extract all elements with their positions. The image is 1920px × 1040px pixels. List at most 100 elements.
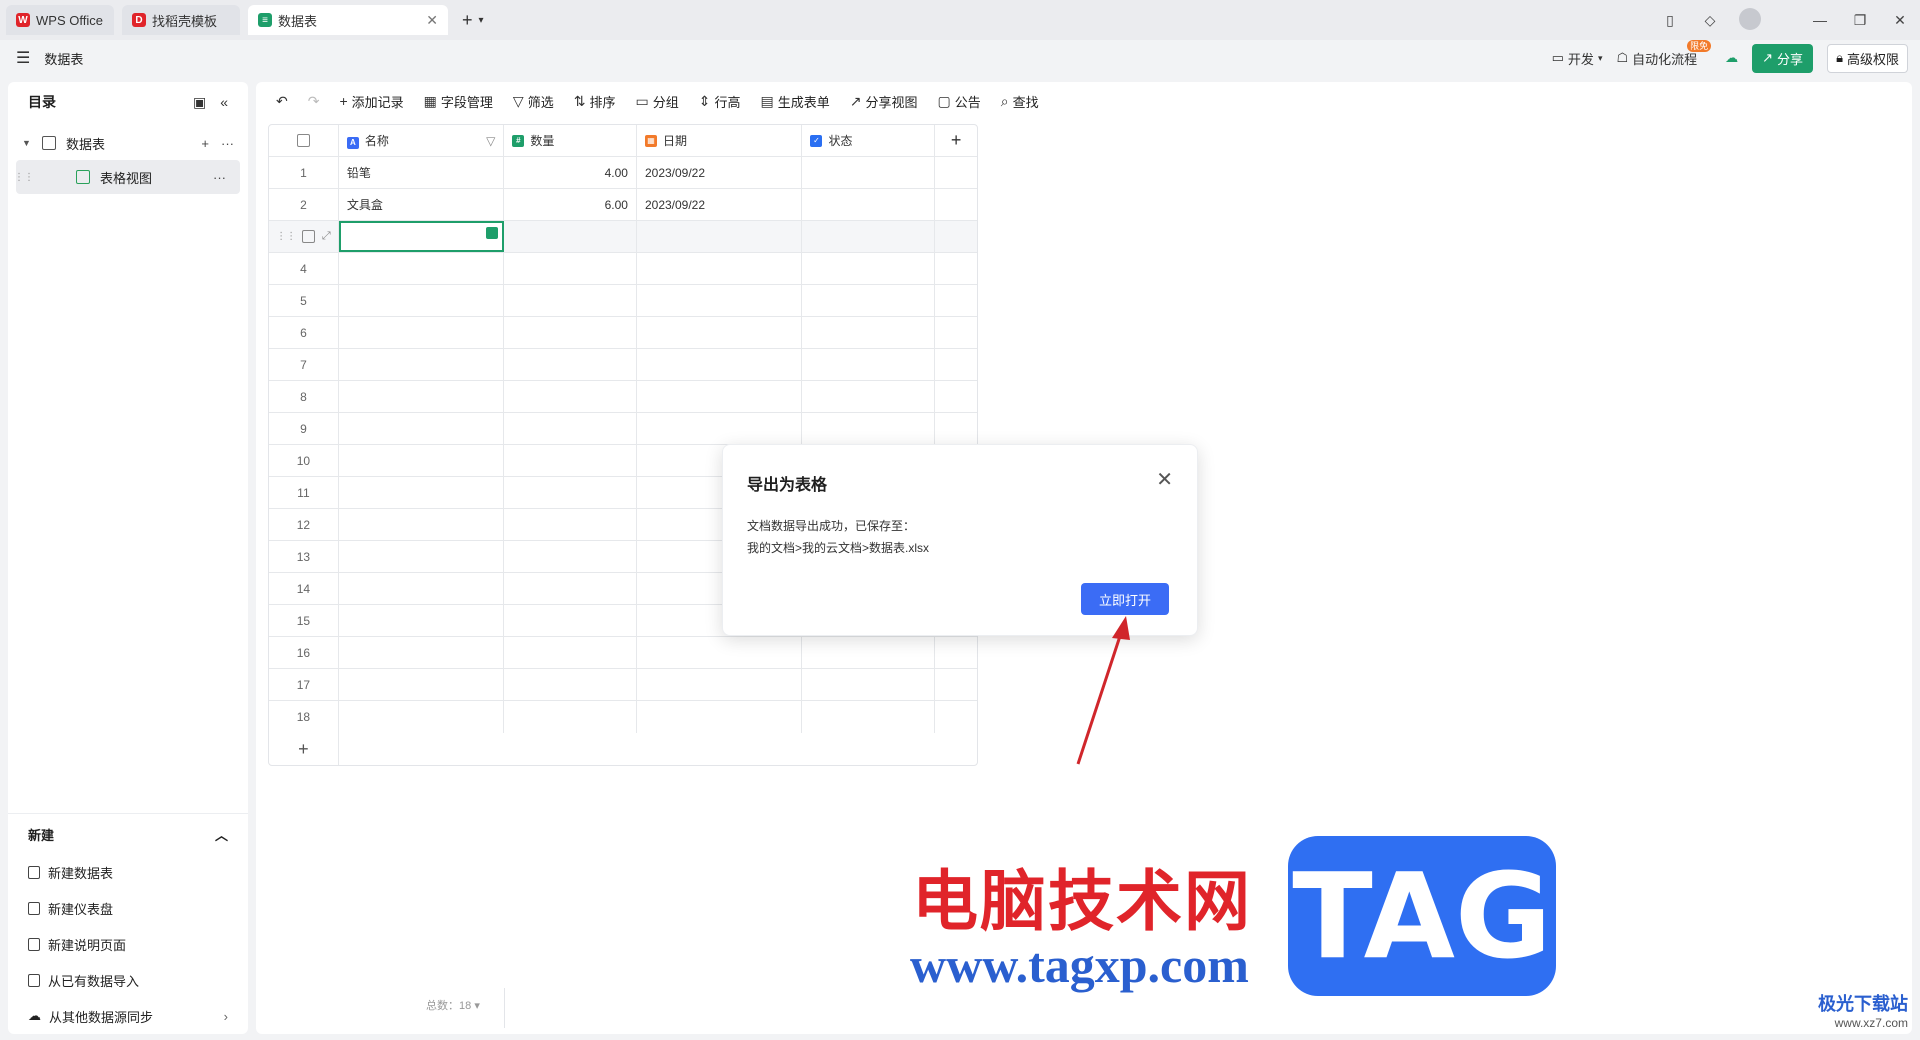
document-icon [28, 937, 40, 951]
column-header-qty[interactable]: # 数量 [504, 125, 637, 156]
add-row-button[interactable]: + [269, 733, 339, 765]
number-field-icon: # [512, 134, 525, 147]
share-icon: ↗ [1762, 50, 1774, 65]
table-row[interactable]: 4 [269, 253, 977, 285]
generate-form-button[interactable]: ▤ 生成表单 [760, 92, 829, 111]
new-tab-button[interactable]: + ▾ [462, 10, 484, 31]
close-icon[interactable]: ✕ [1156, 467, 1173, 492]
undo-button[interactable]: ↶ [276, 93, 288, 110]
group-button[interactable]: ▭ 分组 [635, 92, 678, 111]
divider [504, 988, 505, 1028]
add-column-button[interactable]: + [935, 125, 977, 156]
panel-icon[interactable]: ▣ [193, 94, 206, 111]
add-record-button[interactable]: + 添加记录 [339, 92, 403, 111]
row-height-button[interactable]: ⇕ 行高 [699, 92, 741, 111]
drag-handle-icon[interactable]: ⋮⋮ [14, 172, 34, 183]
table-row[interactable]: 9 [269, 413, 977, 445]
automation-button[interactable]: ☖ 自动化流程 限免 [1616, 39, 1712, 68]
import-icon [28, 973, 40, 987]
add-icon[interactable]: + [201, 136, 209, 151]
tab-docer-template[interactable]: D 找稻壳模板 [122, 5, 240, 35]
cloud-sync-icon[interactable]: ☁ [1725, 50, 1738, 66]
dialog-message: 文档数据导出成功，已保存至： 我的文档>我的云文档>数据表.xlsx [747, 519, 930, 555]
datasheet-icon: ≡ [258, 13, 272, 27]
tab-datasheet[interactable]: ≡ 数据表 ✕ [248, 5, 448, 35]
close-window-button[interactable]: ✕ [1880, 12, 1920, 29]
table-row[interactable]: 6 [269, 317, 977, 349]
filter-button[interactable]: ▽ 筛选 [513, 92, 554, 111]
cloud-icon: ☁ [28, 1008, 41, 1023]
import-data-item[interactable]: 从已有数据导入 [8, 962, 248, 998]
minimize-button[interactable]: — [1800, 12, 1840, 28]
column-header-date[interactable]: ▦ 日期 [637, 125, 803, 156]
permission-button[interactable]: 🔒︎ 高级权限 [1827, 43, 1908, 73]
total-count[interactable]: 总数：18 ▾ [426, 997, 480, 1013]
table-row[interactable]: 8 [269, 381, 977, 413]
sidebar: 目录 ▣ « ▼ 数据表 + ··· ⋮⋮ 表格视图 ··· 新建 ︿ 新建数据… [8, 82, 248, 1034]
filter-icon[interactable]: ▽ [486, 134, 495, 148]
expand-row-icon[interactable]: ⤢ [322, 230, 331, 243]
redo-icon: ↷ [307, 92, 320, 109]
grid-view-icon [76, 170, 90, 184]
more-icon[interactable]: ··· [221, 136, 234, 151]
sidebar-item-grid-view[interactable]: ⋮⋮ 表格视图 ··· [14, 160, 240, 194]
more-icon[interactable]: ··· [213, 170, 226, 185]
folder-icon: ▭ [635, 92, 649, 109]
robot-icon: ☖ [1616, 50, 1629, 65]
table-row[interactable]: 16 [269, 637, 977, 669]
plus-icon: + [339, 93, 348, 109]
table-row[interactable]: 7 [269, 349, 977, 381]
table-row[interactable]: 5 [269, 285, 977, 317]
new-dashboard-item[interactable]: 新建仪表盘 [8, 890, 248, 926]
drag-handle-icon[interactable]: ⋮⋮ [276, 231, 296, 242]
wps-logo-icon: W [16, 13, 30, 27]
field-manage-button[interactable]: ▦ 字段管理 [424, 92, 493, 111]
table-row[interactable]: 17 [269, 669, 977, 701]
share-button[interactable]: ↗ 分享 [1752, 43, 1814, 73]
cube-icon[interactable]: ◇ [1690, 12, 1730, 29]
caret-down-icon[interactable]: ▼ [22, 138, 36, 148]
select-all-checkbox[interactable] [296, 134, 310, 147]
avatar[interactable] [1730, 7, 1770, 33]
title-bar: W WPS Office D 找稻壳模板 ≡ 数据表 ✕ + ▾ ▯ ◇ — ❐ … [0, 0, 1920, 40]
tab-label: WPS Office [36, 12, 103, 28]
tab-wps-office[interactable]: W WPS Office [6, 5, 114, 35]
chevron-up-icon[interactable]: ︿ [215, 825, 228, 844]
new-doc-page-item[interactable]: 新建说明页面 [8, 926, 248, 962]
chevron-down-icon: ▾ [1597, 52, 1603, 63]
share-view-button[interactable]: ↗ 分享视图 [850, 92, 918, 111]
sort-button[interactable]: ⇅ 排序 [574, 92, 616, 111]
dev-menu[interactable]: ▭ 开发 ▾ [1552, 49, 1603, 68]
app-header: ☰ 数据表 ▭ 开发 ▾ ☖ 自动化流程 限免 ☁ ↗ 分享 🔒︎ 高级权限 [0, 39, 1920, 76]
search-icon: ⌕ [1000, 92, 1009, 109]
search-button[interactable]: ⌕ 查找 [1001, 92, 1039, 111]
row-checkbox[interactable] [302, 230, 316, 243]
date-field-icon: ▦ [644, 134, 657, 147]
sync-source-item[interactable]: ☁ 从其他数据源同步 › [8, 998, 248, 1034]
expand-cell-icon[interactable] [486, 227, 499, 239]
tab-label: 数据表 [278, 13, 318, 29]
redo-button[interactable]: ↷ [308, 93, 320, 110]
hamburger-menu-icon[interactable]: ☰ [16, 48, 30, 68]
watermark-text: 电脑技术网 [912, 862, 1252, 940]
plus-icon: + [462, 9, 473, 30]
docer-icon: D [132, 13, 146, 27]
announcement-button[interactable]: ▢ 公告 [937, 92, 980, 111]
new-datasheet-item[interactable]: 新建数据表 [8, 854, 248, 890]
table-row[interactable]: 1 铅笔 4.00 2023/09/22 [269, 157, 977, 189]
collapse-icon[interactable]: « [220, 94, 228, 111]
free-badge: 限免 [1687, 39, 1712, 52]
column-header-name[interactable]: A 名称 ▽ [339, 125, 505, 156]
sidebar-item-datasheet[interactable]: ▼ 数据表 + ··· [8, 126, 248, 160]
restore-button[interactable]: ❐ [1840, 12, 1880, 29]
new-section-title: 新建 [28, 827, 55, 843]
table-row[interactable]: 18 [269, 701, 977, 733]
active-cell[interactable] [338, 221, 505, 252]
table-row-active[interactable]: ⋮⋮ ⤢ [269, 221, 977, 253]
new-section: 新建 ︿ 新建数据表 新建仪表盘 新建说明页面 从已有数据导入 ☁ 从其他数据源… [8, 813, 248, 1034]
close-icon[interactable]: ✕ [426, 12, 438, 29]
column-header-status[interactable]: ✓ 状态 [802, 125, 936, 156]
table-row[interactable]: 2 文具盒 6.00 2023/09/22 [269, 189, 977, 221]
layout-icon[interactable]: ▯ [1650, 12, 1690, 29]
row-height-icon: ⇕ [698, 92, 711, 109]
